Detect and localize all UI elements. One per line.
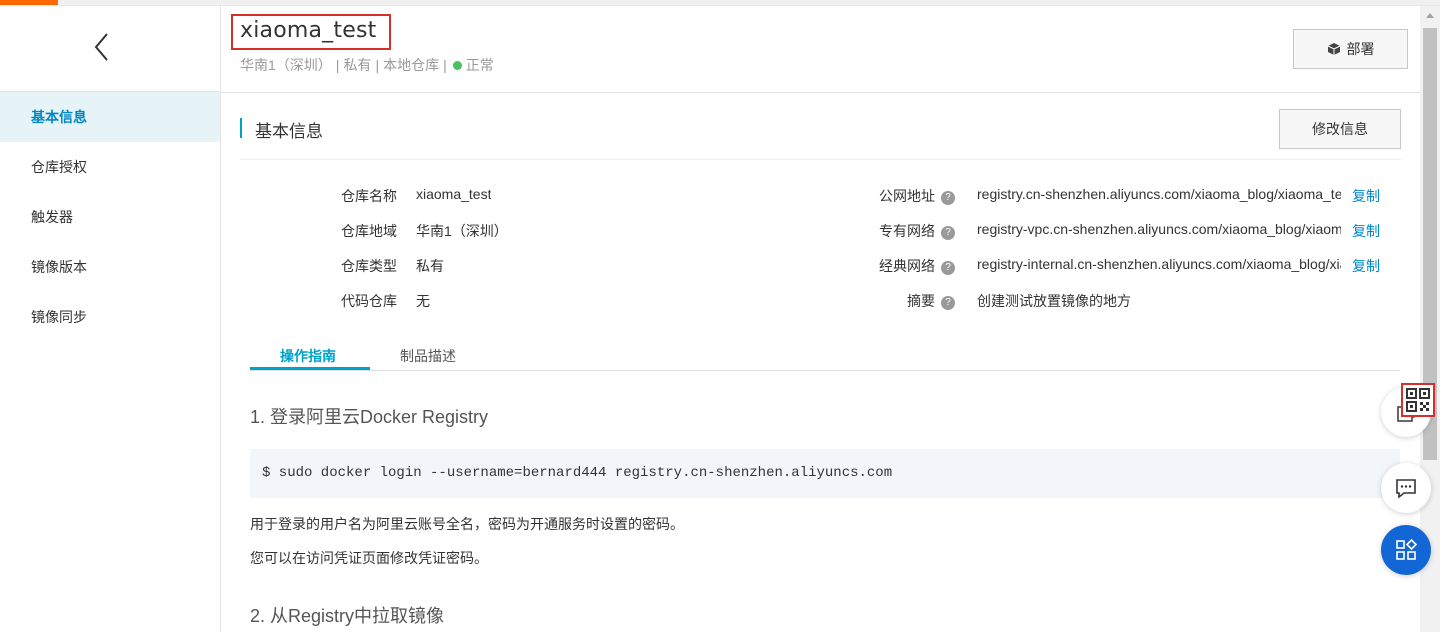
region-text: 华南1（深圳） [240, 57, 332, 73]
sidebar-item-repo-auth[interactable]: 仓库授权 [0, 142, 220, 192]
guide-note: 您可以在访问凭证页面修改凭证密码。 [250, 550, 488, 566]
deploy-label: 部署 [1346, 41, 1375, 57]
cube-icon [1327, 43, 1340, 55]
chat-icon [1396, 479, 1416, 499]
feedback-button[interactable] [1381, 463, 1431, 513]
help-icon[interactable]: ? [941, 261, 955, 275]
copy-public-address-link[interactable]: 复制 [1352, 186, 1380, 206]
guide-step-heading: 1. 登录阿里云Docker Registry [250, 407, 489, 427]
info-value: 私有 [416, 258, 444, 274]
tab-operation-guide[interactable]: 操作指南 [280, 346, 336, 366]
qr-code-button[interactable] [1401, 383, 1435, 417]
info-label: 仓库类型 [341, 258, 397, 274]
classic-address-value: registry-internal.cn-shenzhen.aliyuncs.c… [977, 256, 1341, 272]
header-divider [221, 92, 1420, 93]
sidebar-item-triggers[interactable]: 触发器 [0, 192, 220, 242]
info-label: 代码仓库 [341, 293, 397, 309]
help-icon[interactable]: ? [941, 191, 955, 205]
sidebar: 基本信息 仓库授权 触发器 镜像版本 镜像同步 [0, 6, 221, 632]
active-tab-indicator [250, 367, 370, 370]
info-label: 仓库名称 [341, 188, 397, 204]
summary-value: 创建测试放置镜像的地方 [977, 293, 1131, 309]
apps-button[interactable] [1381, 525, 1431, 575]
info-label: 摘要 [907, 293, 935, 309]
info-label: 专有网络 [879, 223, 935, 239]
section-title: 基本信息 [255, 122, 323, 141]
info-value: xiaoma_test [416, 186, 492, 202]
sidebar-item-basic-info[interactable]: 基本信息 [0, 92, 220, 142]
visibility-text: 私有 [343, 57, 372, 73]
info-label: 仓库地域 [341, 223, 397, 239]
copy-classic-address-link[interactable]: 复制 [1352, 256, 1380, 276]
info-label-row: 专有网络? [775, 221, 955, 241]
apps-grid-icon [1396, 538, 1418, 560]
info-label-row: 摘要? [775, 291, 955, 311]
back-button[interactable] [0, 6, 220, 92]
sidebar-item-image-versions[interactable]: 镜像版本 [0, 242, 220, 292]
page-title: xiaoma_test [240, 18, 377, 43]
vpc-address-value: registry-vpc.cn-shenzhen.aliyuncs.com/xi… [977, 221, 1341, 237]
sidebar-item-image-sync[interactable]: 镜像同步 [0, 292, 220, 342]
tab-product-description[interactable]: 制品描述 [400, 346, 456, 366]
repo-source-text: 本地仓库 [383, 57, 440, 73]
tabs-divider [250, 370, 1400, 371]
section-divider [240, 159, 1401, 160]
public-address-value: registry.cn-shenzhen.aliyuncs.com/xiaoma… [977, 186, 1341, 202]
info-label: 公网地址 [879, 188, 935, 204]
guide-step-heading: 2. 从Registry中拉取镜像 [250, 606, 445, 626]
copy-vpc-address-link[interactable]: 复制 [1352, 221, 1380, 241]
qr-code-icon [1406, 388, 1430, 412]
brand-accent [0, 0, 58, 5]
info-label-row: 经典网络? [775, 256, 955, 276]
info-value: 华南1（深圳） [416, 223, 508, 239]
scroll-up-arrow-icon[interactable] [1420, 6, 1440, 26]
info-label-row: 公网地址? [775, 186, 955, 206]
repo-meta: 华南1（深圳） | 私有 | 本地仓库 | 正常 [240, 57, 494, 73]
info-value: 无 [416, 293, 430, 309]
help-icon[interactable]: ? [941, 296, 955, 310]
chevron-left-icon [94, 33, 108, 61]
guide-note: 用于登录的用户名为阿里云账号全名，密码为开通服务时设置的密码。 [250, 516, 684, 532]
info-label: 经典网络 [879, 258, 935, 274]
deploy-button[interactable]: 部署 [1293, 29, 1408, 69]
edit-info-button[interactable]: 修改信息 [1279, 109, 1401, 149]
code-block: $ sudo docker login --username=bernard44… [250, 449, 1400, 498]
help-icon[interactable]: ? [941, 226, 955, 240]
status-dot-icon [452, 61, 462, 70]
status-badge: 正常 [465, 57, 494, 73]
section-accent-bar [240, 118, 242, 138]
